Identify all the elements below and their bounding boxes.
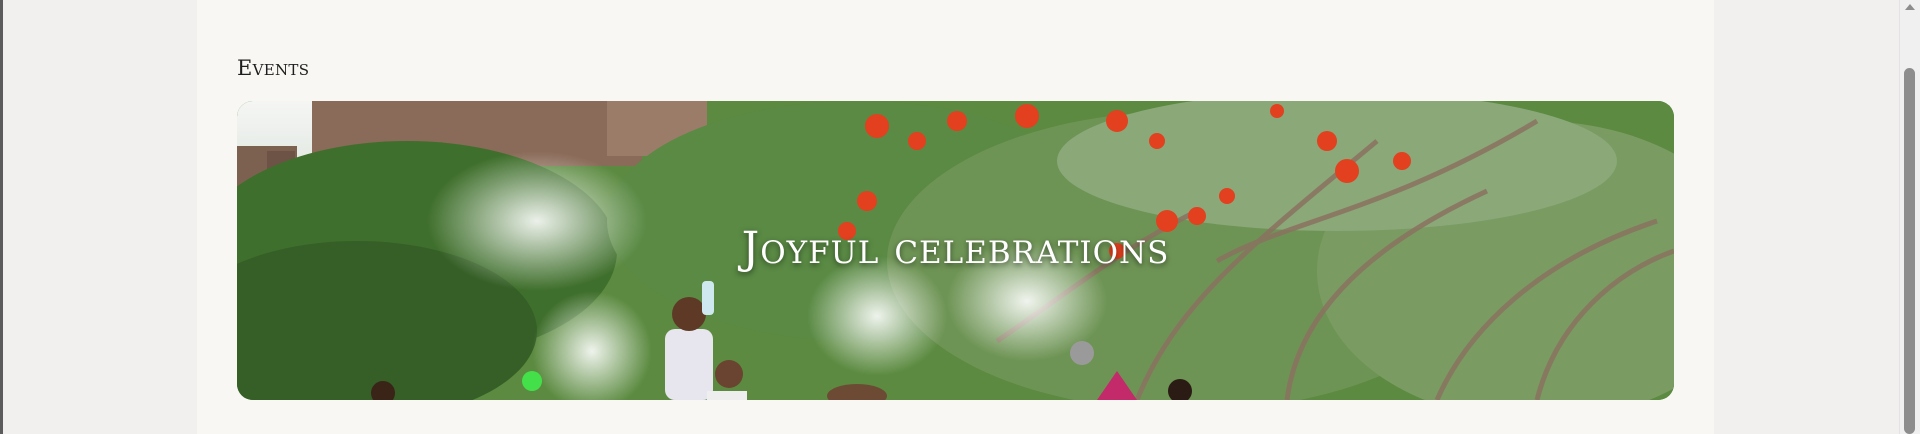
events-heading: Events [237, 56, 310, 80]
banner-photo [237, 101, 1674, 400]
content-card: Events Joyful celebrations [197, 0, 1714, 434]
events-banner[interactable]: Joyful celebrations [237, 101, 1674, 400]
browser-viewport: Events Joyful celebrations [0, 0, 1920, 434]
scroll-up-arrow-icon[interactable] [1905, 4, 1915, 10]
scrollbar-thumb[interactable] [1904, 68, 1915, 434]
vertical-scrollbar[interactable] [1899, 0, 1920, 434]
